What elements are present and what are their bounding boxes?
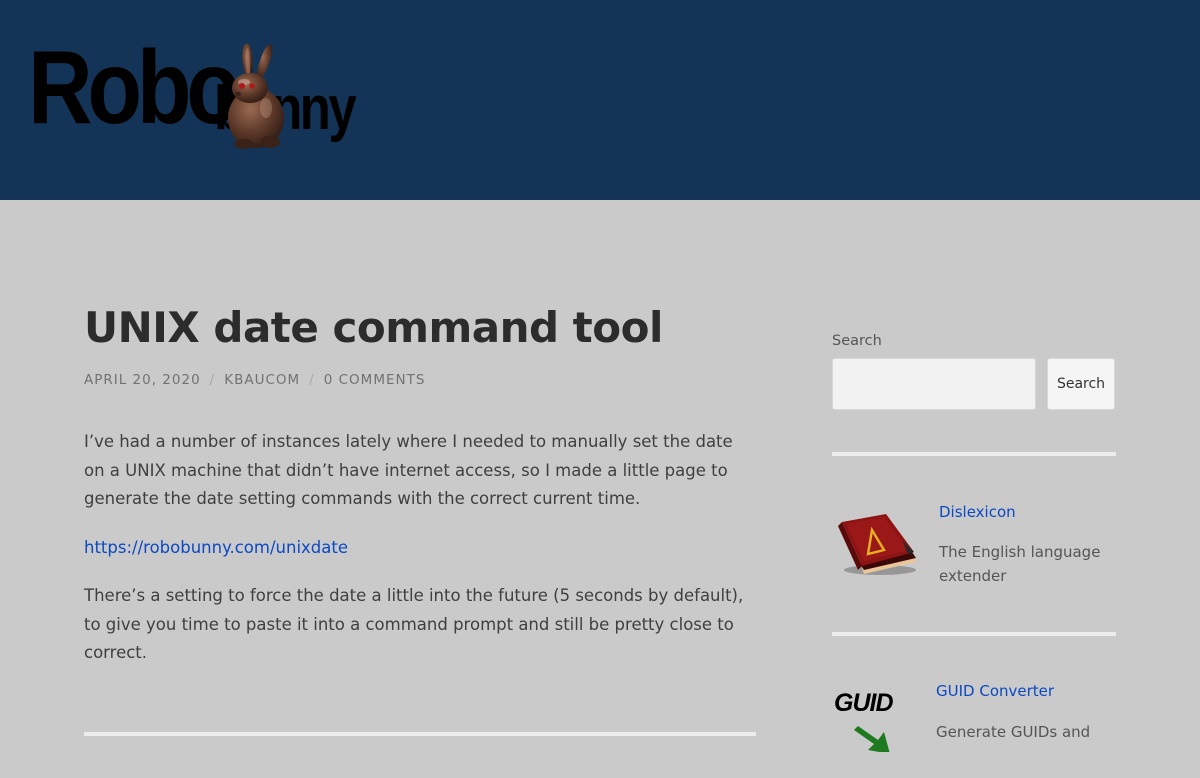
post-paragraph: I’ve had a number of instances lately wh… <box>84 432 733 508</box>
rabbit-figurine-icon <box>228 43 284 149</box>
meta-separator: / <box>209 372 216 388</box>
meta-separator: / <box>309 372 315 388</box>
post-date[interactable]: APRIL 20, 2020 <box>84 372 201 388</box>
post-divider <box>84 732 756 736</box>
search-label: Search <box>832 333 882 349</box>
post-article: UNIX date command tool APRIL 20, 2020 / KB… <box>84 300 756 688</box>
app-item-dislexicon: Dislexicon The English language extender <box>832 498 1116 598</box>
site-header: Robo bunny <box>0 0 1200 200</box>
search-form: Search <box>832 358 1116 410</box>
post-meta: APRIL 20, 2020 / KBAUCOM / 0 COMMENTS <box>84 370 756 390</box>
widget-divider <box>832 632 1116 636</box>
app-description: Generate GUIDs and <box>936 723 1091 741</box>
post-title[interactable]: UNIX date command tool <box>84 300 756 356</box>
site-logo[interactable]: Robo bunny <box>26 34 396 154</box>
post-comments-link[interactable]: 0 COMMENTS <box>324 372 426 388</box>
post-author[interactable]: KBAUCOM <box>224 372 300 388</box>
red-book-icon[interactable] <box>836 512 920 578</box>
logo-text-robo: Robo <box>28 30 241 146</box>
app-item-guid-converter: GUID GUID Converter Generate GUIDs and <box>832 678 1116 778</box>
sidebar: Search Search Dislexicon The English lan… <box>832 330 1116 752</box>
post-paragraph: There’s a setting to force the date a li… <box>84 586 744 662</box>
widget-divider <box>832 452 1116 456</box>
search-input[interactable] <box>832 358 1036 410</box>
search-button[interactable]: Search <box>1047 358 1115 410</box>
app-link-dislexicon[interactable]: Dislexicon <box>939 503 1016 521</box>
app-link-guid-converter[interactable]: GUID Converter <box>936 682 1054 700</box>
app-description: The English language extender <box>939 543 1101 585</box>
guid-icon-text: GUID <box>834 689 893 717</box>
post-body: I’ve had a number of instances lately wh… <box>84 428 756 668</box>
unixdate-link[interactable]: https://robobunny.com/unixdate <box>84 538 348 557</box>
